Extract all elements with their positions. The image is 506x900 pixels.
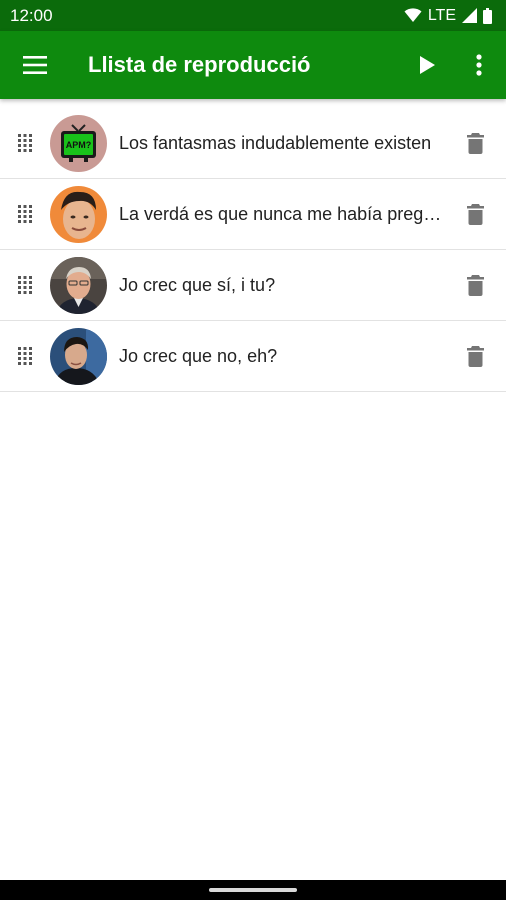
status-bar: 12:00 LTE <box>0 0 506 31</box>
delete-button[interactable] <box>444 250 506 321</box>
page-title: Llista de reproducció <box>88 52 311 77</box>
more-options-button[interactable] <box>452 31 506 99</box>
delete-button[interactable] <box>444 321 506 392</box>
tv-logo-icon: APM? <box>50 114 107 172</box>
person-photo-icon <box>50 327 107 385</box>
delete-icon <box>466 203 484 225</box>
status-icons: LTE <box>404 7 492 25</box>
drag-handle[interactable] <box>0 276 50 294</box>
drag-handle-icon <box>18 134 32 152</box>
signal-icon <box>462 8 477 23</box>
playlist-item[interactable]: La verdá es que nunca me había preguntad… <box>0 179 506 250</box>
drag-handle[interactable] <box>0 205 50 223</box>
playlist-item[interactable]: Jo crec que no, eh? <box>0 321 506 392</box>
delete-button[interactable] <box>444 108 506 179</box>
playlist: APM? Los fantasmas indudablemente existe… <box>0 108 506 392</box>
navigation-bar <box>0 880 506 900</box>
avatar <box>50 327 107 385</box>
playlist-item[interactable]: Jo crec que sí, i tu? <box>0 250 506 321</box>
item-title: La verdá es que nunca me había preguntad… <box>119 203 444 224</box>
drag-handle[interactable] <box>0 347 50 365</box>
drag-handle[interactable] <box>0 134 50 152</box>
menu-button[interactable] <box>0 31 70 99</box>
svg-text:APM?: APM? <box>66 140 92 150</box>
drag-handle-icon <box>18 276 32 294</box>
avatar <box>50 185 107 243</box>
person-photo-icon <box>50 185 107 243</box>
item-title: Jo crec que sí, i tu? <box>119 274 276 295</box>
item-title: Los fantasmas indudablemente existen <box>119 132 432 153</box>
play-icon <box>420 56 435 74</box>
playlist-item[interactable]: APM? Los fantasmas indudablemente existe… <box>0 108 506 179</box>
status-time: 12:00 <box>10 5 53 25</box>
delete-icon <box>466 274 484 296</box>
delete-icon <box>466 132 484 154</box>
wifi-icon <box>404 8 422 22</box>
delete-icon <box>466 345 484 367</box>
avatar: APM? <box>50 114 107 172</box>
battery-icon <box>483 7 492 24</box>
drag-handle-icon <box>18 347 32 365</box>
app-bar: Llista de reproducció <box>0 31 506 99</box>
home-gesture-handle[interactable] <box>209 888 297 892</box>
delete-button[interactable] <box>444 179 506 250</box>
item-title: Jo crec que no, eh? <box>119 345 278 366</box>
menu-icon <box>23 56 47 74</box>
play-button[interactable] <box>402 31 452 99</box>
network-type: LTE <box>427 6 456 24</box>
more-vert-icon <box>476 54 482 76</box>
person-photo-icon <box>50 256 107 314</box>
avatar <box>50 256 107 314</box>
drag-handle-icon <box>18 205 32 223</box>
